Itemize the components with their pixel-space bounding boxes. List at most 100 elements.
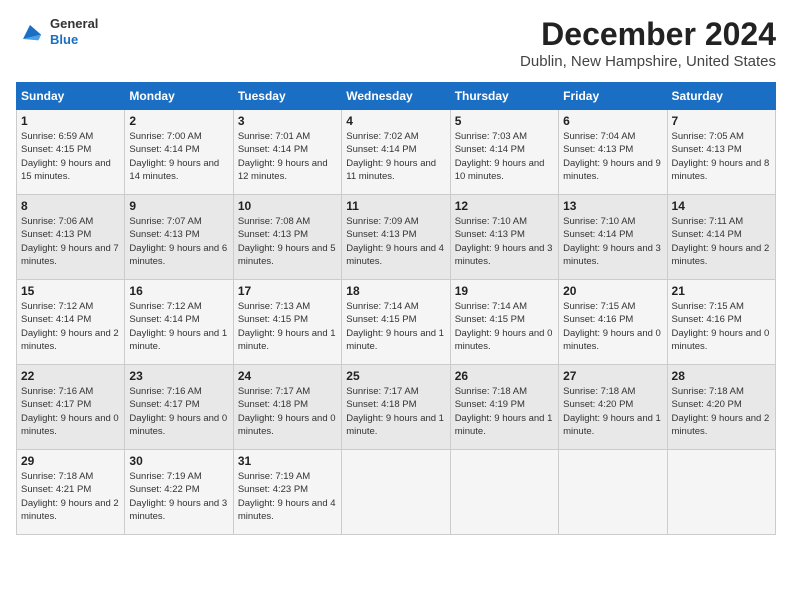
day-number: 28 <box>672 369 771 383</box>
day-number: 27 <box>563 369 662 383</box>
header-day-wednesday: Wednesday <box>342 83 450 110</box>
logo-text: General Blue <box>50 16 98 47</box>
calendar-week-1: 1 Sunrise: 6:59 AMSunset: 4:15 PMDaylight… <box>17 110 776 195</box>
calendar-cell: 25 Sunrise: 7:17 AMSunset: 4:18 PMDayligh… <box>342 365 450 450</box>
header-row: SundayMondayTuesdayWednesdayThursdayFrid… <box>17 83 776 110</box>
calendar-cell: 1 Sunrise: 6:59 AMSunset: 4:15 PMDaylight… <box>17 110 125 195</box>
day-info: Sunrise: 7:19 AMSunset: 4:22 PMDaylight:… <box>129 470 228 523</box>
day-number: 3 <box>238 114 337 128</box>
calendar-cell: 29Sunrise: 7:18 AMSunset: 4:21 PMDayligh… <box>17 450 125 535</box>
day-number: 17 <box>238 284 337 298</box>
day-number: 26 <box>455 369 554 383</box>
calendar-cell: 16 Sunrise: 7:12 AMSunset: 4:14 PMDayligh… <box>125 280 233 365</box>
day-info: Sunrise: 7:14 AMSunset: 4:15 PMDaylight:… <box>346 300 445 353</box>
day-number: 4 <box>346 114 445 128</box>
day-info: Sunrise: 7:01 AMSunset: 4:14 PMDaylight:… <box>238 130 337 183</box>
calendar-cell: 30 Sunrise: 7:19 AMSunset: 4:22 PMDayligh… <box>125 450 233 535</box>
day-number: 11 <box>346 199 445 213</box>
day-info: Sunrise: 7:19 AMSunset: 4:23 PMDaylight:… <box>238 470 337 523</box>
day-info: Sunrise: 7:12 AMSunset: 4:14 PMDaylight:… <box>21 300 120 353</box>
day-number: 16 <box>129 284 228 298</box>
calendar-cell: 8Sunrise: 7:06 AMSunset: 4:13 PMDaylight… <box>17 195 125 280</box>
day-number: 7 <box>672 114 771 128</box>
day-info: Sunrise: 7:18 AMSunset: 4:21 PMDaylight:… <box>21 470 120 523</box>
day-number: 15 <box>21 284 120 298</box>
calendar-cell: 22 Sunrise: 7:16 AMSunset: 4:17 PMDayligh… <box>17 365 125 450</box>
calendar-cell: 19 Sunrise: 7:14 AMSunset: 4:15 PMDayligh… <box>450 280 558 365</box>
day-number: 6 <box>563 114 662 128</box>
calendar-cell: 23 Sunrise: 7:16 AMSunset: 4:17 PMDayligh… <box>125 365 233 450</box>
day-info: Sunrise: 7:11 AMSunset: 4:14 PMDaylight:… <box>672 215 771 268</box>
page-title: December 2024 <box>520 16 776 53</box>
day-number: 14 <box>672 199 771 213</box>
day-info: Sunrise: 7:02 AMSunset: 4:14 PMDaylight:… <box>346 130 445 183</box>
day-number: 19 <box>455 284 554 298</box>
day-number: 25 <box>346 369 445 383</box>
day-number: 13 <box>563 199 662 213</box>
day-number: 30 <box>129 454 228 468</box>
day-info: Sunrise: 7:03 AMSunset: 4:14 PMDaylight:… <box>455 130 554 183</box>
day-info: Sunrise: 7:18 AMSunset: 4:19 PMDaylight:… <box>455 385 554 438</box>
day-number: 23 <box>129 369 228 383</box>
calendar-week-3: 15 Sunrise: 7:12 AMSunset: 4:14 PMDayligh… <box>17 280 776 365</box>
logo-blue: Blue <box>50 32 98 48</box>
day-number: 22 <box>21 369 120 383</box>
day-info: Sunrise: 7:05 AMSunset: 4:13 PMDaylight:… <box>672 130 771 183</box>
calendar-cell: 14 Sunrise: 7:11 AMSunset: 4:14 PMDayligh… <box>667 195 775 280</box>
day-info: Sunrise: 7:08 AMSunset: 4:13 PMDaylight:… <box>238 215 337 268</box>
day-number: 10 <box>238 199 337 213</box>
day-number: 9 <box>129 199 228 213</box>
day-info: Sunrise: 7:12 AMSunset: 4:14 PMDaylight:… <box>129 300 228 353</box>
header-day-friday: Friday <box>559 83 667 110</box>
day-info: Sunrise: 7:13 AMSunset: 4:15 PMDaylight:… <box>238 300 337 353</box>
day-number: 21 <box>672 284 771 298</box>
logo-general: General <box>50 16 98 32</box>
day-number: 18 <box>346 284 445 298</box>
day-info: Sunrise: 7:14 AMSunset: 4:15 PMDaylight:… <box>455 300 554 353</box>
calendar-body: 1 Sunrise: 6:59 AMSunset: 4:15 PMDaylight… <box>17 110 776 535</box>
logo-icon <box>16 18 44 46</box>
day-info: Sunrise: 7:16 AMSunset: 4:17 PMDaylight:… <box>129 385 228 438</box>
day-number: 20 <box>563 284 662 298</box>
calendar-week-2: 8Sunrise: 7:06 AMSunset: 4:13 PMDaylight… <box>17 195 776 280</box>
calendar-cell: 4 Sunrise: 7:02 AMSunset: 4:14 PMDaylight… <box>342 110 450 195</box>
calendar-cell: 12Sunrise: 7:10 AMSunset: 4:13 PMDayligh… <box>450 195 558 280</box>
calendar-cell: 20 Sunrise: 7:15 AMSunset: 4:16 PMDayligh… <box>559 280 667 365</box>
calendar-cell: 15 Sunrise: 7:12 AMSunset: 4:14 PMDayligh… <box>17 280 125 365</box>
header-day-saturday: Saturday <box>667 83 775 110</box>
calendar-week-4: 22 Sunrise: 7:16 AMSunset: 4:17 PMDayligh… <box>17 365 776 450</box>
calendar-cell: 3 Sunrise: 7:01 AMSunset: 4:14 PMDaylight… <box>233 110 341 195</box>
day-info: Sunrise: 7:18 AMSunset: 4:20 PMDaylight:… <box>563 385 662 438</box>
calendar-cell: 6 Sunrise: 7:04 AMSunset: 4:13 PMDaylight… <box>559 110 667 195</box>
calendar-cell: 5 Sunrise: 7:03 AMSunset: 4:14 PMDaylight… <box>450 110 558 195</box>
calendar-cell <box>559 450 667 535</box>
day-info: Sunrise: 6:59 AMSunset: 4:15 PMDaylight:… <box>21 130 120 183</box>
day-number: 8 <box>21 199 120 213</box>
day-info: Sunrise: 7:07 AMSunset: 4:13 PMDaylight:… <box>129 215 228 268</box>
calendar-cell <box>667 450 775 535</box>
header-day-monday: Monday <box>125 83 233 110</box>
day-info: Sunrise: 7:04 AMSunset: 4:13 PMDaylight:… <box>563 130 662 183</box>
day-info: Sunrise: 7:10 AMSunset: 4:13 PMDaylight:… <box>455 215 554 268</box>
day-number: 1 <box>21 114 120 128</box>
header: General Blue December 2024 Dublin, New H… <box>16 16 776 70</box>
calendar-cell: 2 Sunrise: 7:00 AMSunset: 4:14 PMDaylight… <box>125 110 233 195</box>
calendar-cell: 27 Sunrise: 7:18 AMSunset: 4:20 PMDayligh… <box>559 365 667 450</box>
calendar-cell: 9 Sunrise: 7:07 AMSunset: 4:13 PMDaylight… <box>125 195 233 280</box>
calendar-cell: 7 Sunrise: 7:05 AMSunset: 4:13 PMDaylight… <box>667 110 775 195</box>
calendar-week-5: 29Sunrise: 7:18 AMSunset: 4:21 PMDayligh… <box>17 450 776 535</box>
day-info: Sunrise: 7:09 AMSunset: 4:13 PMDaylight:… <box>346 215 445 268</box>
day-info: Sunrise: 7:00 AMSunset: 4:14 PMDaylight:… <box>129 130 228 183</box>
header-day-sunday: Sunday <box>17 83 125 110</box>
day-info: Sunrise: 7:16 AMSunset: 4:17 PMDaylight:… <box>21 385 120 438</box>
calendar-cell <box>450 450 558 535</box>
day-info: Sunrise: 7:15 AMSunset: 4:16 PMDaylight:… <box>672 300 771 353</box>
day-info: Sunrise: 7:17 AMSunset: 4:18 PMDaylight:… <box>346 385 445 438</box>
calendar-table: SundayMondayTuesdayWednesdayThursdayFrid… <box>16 82 776 535</box>
logo: General Blue <box>16 16 98 47</box>
day-number: 5 <box>455 114 554 128</box>
calendar-cell: 11 Sunrise: 7:09 AMSunset: 4:13 PMDayligh… <box>342 195 450 280</box>
day-number: 2 <box>129 114 228 128</box>
title-area: December 2024 Dublin, New Hampshire, Uni… <box>520 16 776 70</box>
day-info: Sunrise: 7:15 AMSunset: 4:16 PMDaylight:… <box>563 300 662 353</box>
